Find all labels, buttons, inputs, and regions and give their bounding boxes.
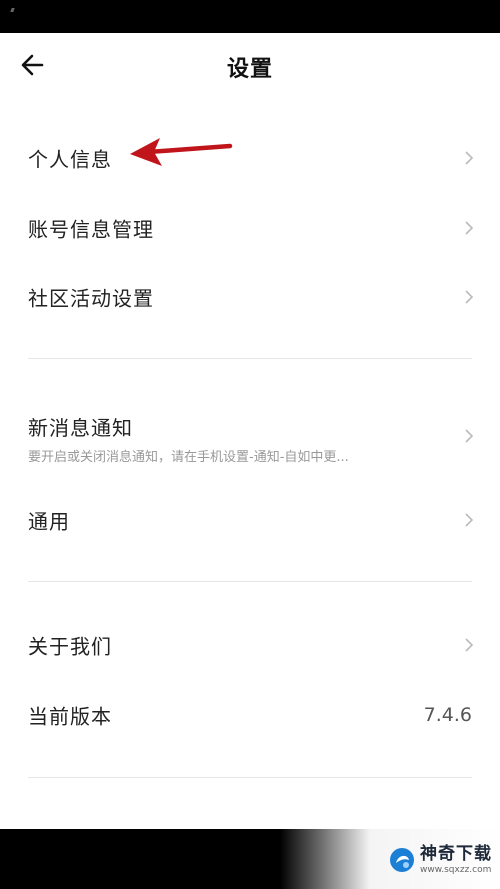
- settings-item-about-us[interactable]: 关于我们: [0, 615, 500, 675]
- chevron-right-icon: [464, 512, 474, 528]
- settings-item-account-management[interactable]: 账号信息管理: [0, 198, 500, 258]
- chevron-right-icon: [464, 289, 474, 305]
- bottom-bar: 神奇下载 www.sqxzz.com: [0, 829, 500, 889]
- settings-item-general[interactable]: 通用: [0, 490, 500, 550]
- chevron-right-icon: [464, 150, 474, 166]
- settings-item-label: 个人信息: [28, 147, 112, 172]
- status-indicator: [10, 8, 15, 12]
- settings-item-label: 关于我们: [28, 634, 112, 659]
- navigation-bar: 设置: [0, 33, 500, 97]
- section-divider: [28, 777, 472, 778]
- section-divider: [28, 358, 472, 359]
- chevron-right-icon: [464, 428, 474, 444]
- status-bar: [0, 0, 500, 33]
- settings-item-label: 通用: [28, 509, 70, 534]
- version-value: 7.4.6: [423, 704, 472, 726]
- watermark: 神奇下载 www.sqxzz.com: [388, 843, 492, 877]
- settings-item-label: 当前版本: [28, 704, 112, 729]
- settings-item-description: 要开启或关闭消息通知，请在手机设置-通知-自如中更...: [28, 450, 349, 465]
- settings-item-personal-info[interactable]: 个人信息: [0, 128, 500, 188]
- settings-item-label: 账号信息管理: [28, 217, 154, 242]
- settings-item-label: 社区活动设置: [28, 286, 154, 311]
- watermark-url: www.sqxzz.com: [420, 864, 492, 875]
- settings-item-new-message-notification[interactable]: 新消息通知 要开启或关闭消息通知，请在手机设置-通知-自如中更...: [0, 396, 500, 476]
- chevron-right-icon: [464, 220, 474, 236]
- page-title: 设置: [226, 57, 273, 82]
- watermark-logo-icon: [390, 848, 414, 872]
- settings-item-community-activity[interactable]: 社区活动设置: [0, 267, 500, 327]
- settings-item-label: 新消息通知: [28, 416, 133, 440]
- settings-item-current-version: 当前版本 7.4.6: [0, 685, 500, 745]
- watermark-title: 神奇下载: [420, 843, 492, 864]
- chevron-right-icon: [464, 637, 474, 653]
- section-divider: [28, 581, 472, 582]
